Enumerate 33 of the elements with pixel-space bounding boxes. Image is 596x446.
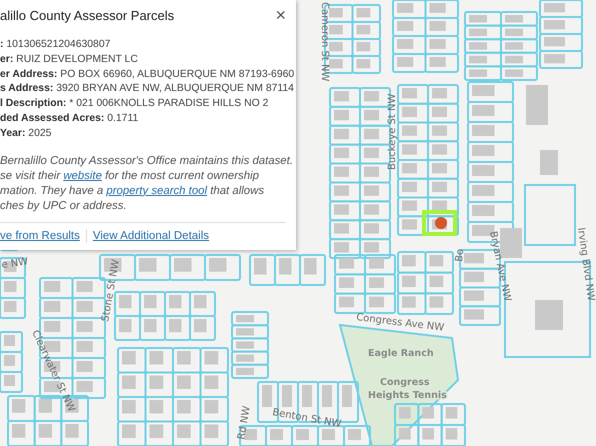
field-text: : 101306521204630807	[0, 38, 110, 52]
street-label: Buckeye St NW	[387, 94, 398, 170]
place-label: Congress	[380, 377, 430, 388]
field-text: er Address: PO BOX 66960, ALBUQUERQUE NM 87193-6960	[0, 68, 294, 82]
street-label: e NW	[0, 256, 29, 271]
popup-title: alillo County Assessor Parcels	[0, 8, 174, 22]
street-label: Bo	[454, 248, 466, 262]
field-text: ded Assessed Acres: 0.1711	[0, 112, 138, 126]
note-text: mation. They have a	[0, 184, 104, 197]
note-text: se visit their	[0, 170, 62, 182]
link[interactable]: website	[63, 170, 102, 182]
field-text: Year: 2025	[0, 126, 52, 141]
field-text: er: RUIZ DEVELOPMENT LC	[0, 52, 138, 67]
street-label: Stone St NW	[100, 258, 122, 323]
street-label: Cameron St NW	[319, 2, 330, 82]
note-text: for the most current ownership	[104, 170, 259, 182]
field-text: l Description: * 021 006KNOLLS PARADISE HILLS NO 2	[0, 97, 268, 112]
action-link[interactable]: ve from Results	[0, 230, 80, 242]
street-label: Bryan Ave NW	[487, 230, 513, 302]
street-label: Irving Blvd NW	[575, 226, 596, 302]
field-text: s Address: 3920 BRYAN AVE NW, ALBUQUERQUE NM 87114	[0, 82, 294, 96]
location-marker-icon	[435, 217, 447, 229]
street-label: Rd NW	[236, 405, 253, 441]
link[interactable]: property search tool	[106, 184, 208, 197]
close-button[interactable]: ×	[273, 6, 288, 24]
note-text: that allows	[209, 184, 264, 197]
note-text: ches by UPC or address.	[0, 200, 127, 212]
action-link[interactable]: View Additional Details	[92, 230, 210, 242]
selected-parcel-highlight	[422, 210, 457, 236]
street-label: Congress Ave NW	[356, 312, 445, 334]
place-label: Eagle Ranch	[368, 348, 434, 359]
note-text: Bernalillo County Assessor's Office maintains this dataset.	[0, 154, 293, 167]
street-label: Benton St NW	[271, 407, 342, 430]
